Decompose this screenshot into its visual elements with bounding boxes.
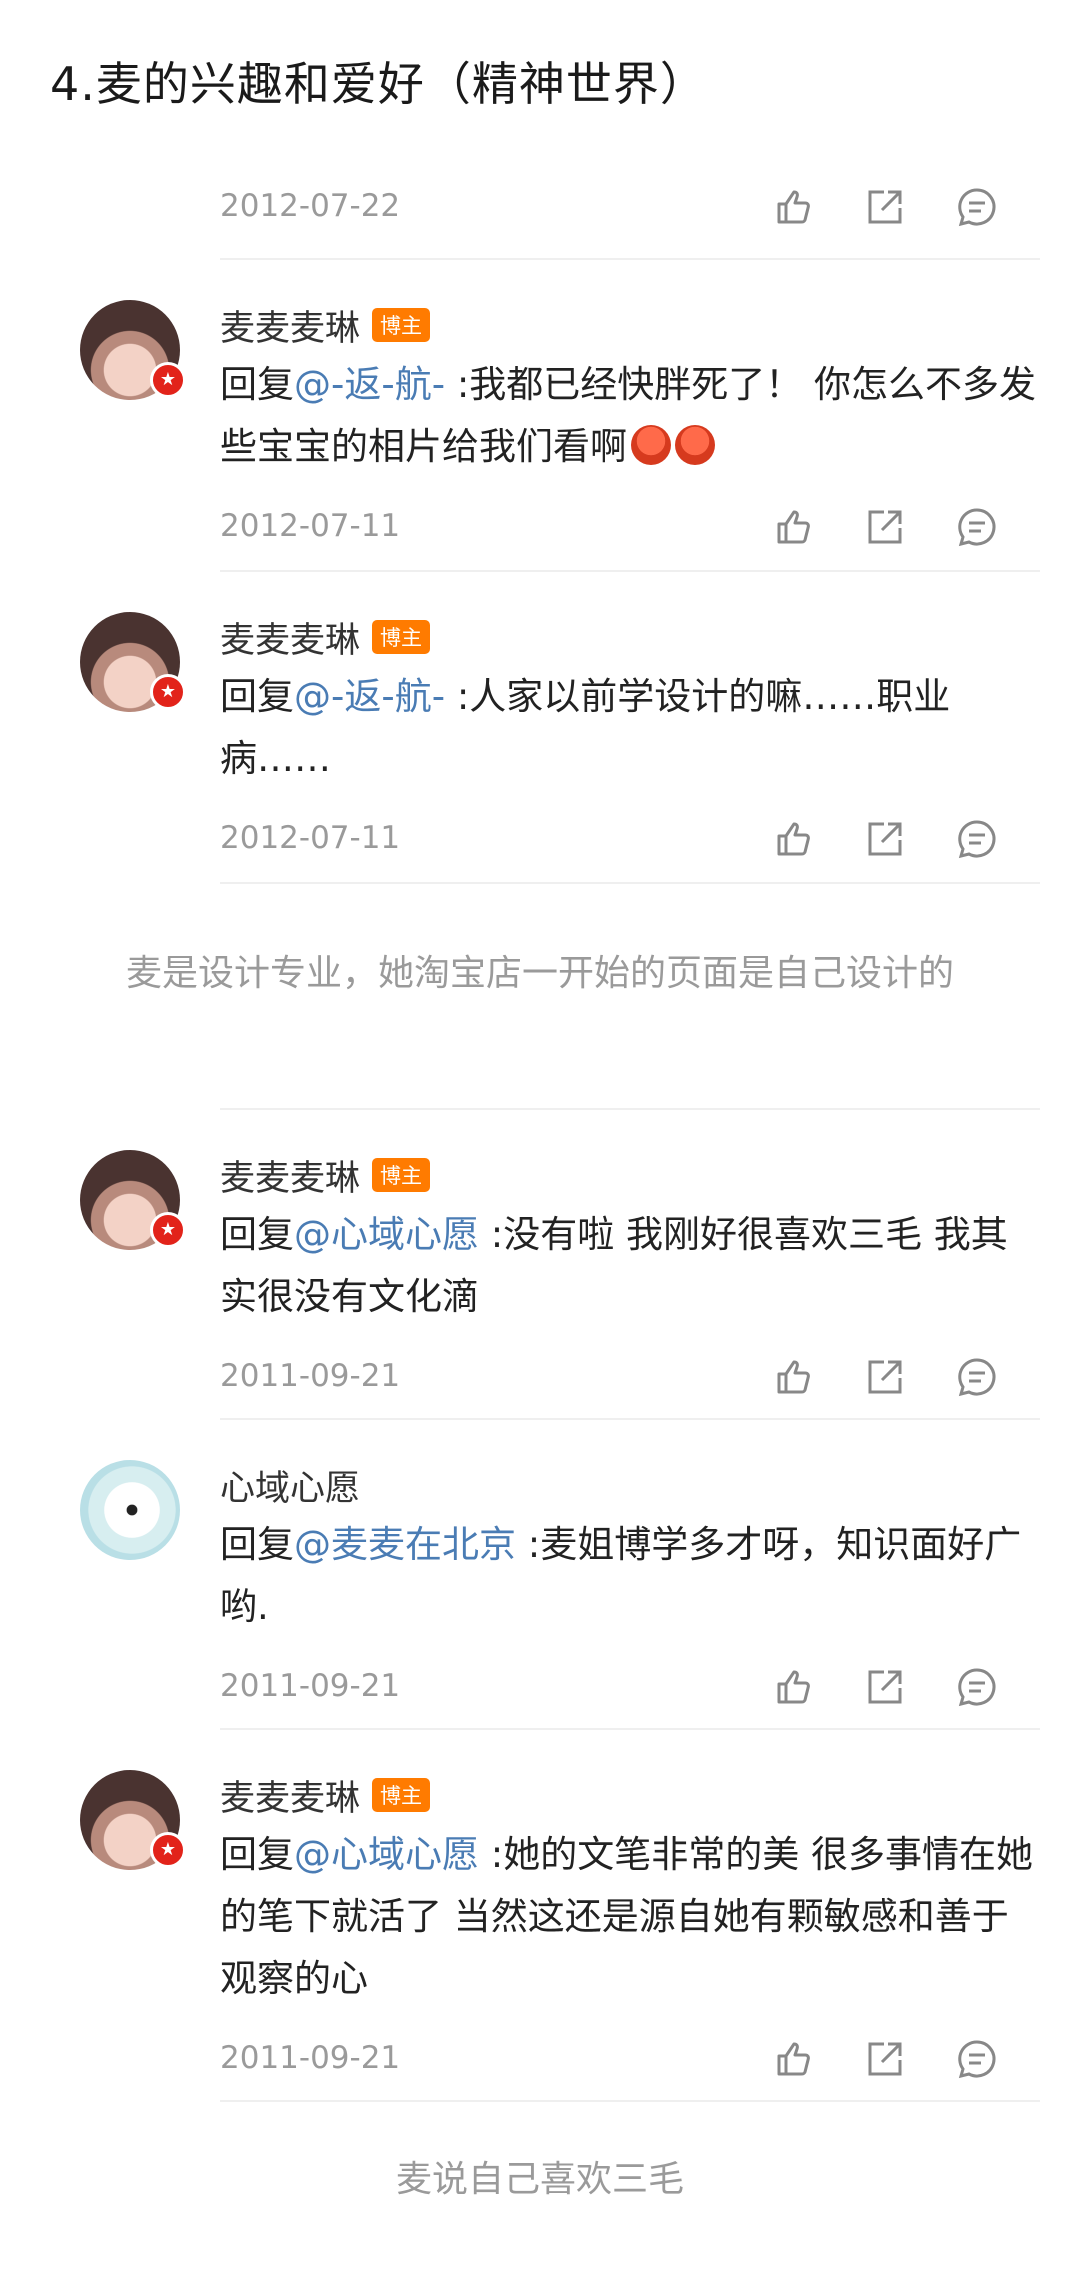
share-icon[interactable]	[862, 1664, 908, 1710]
partial-comment: 2012-07-22	[0, 180, 1080, 240]
comment-text: 回复@心域心愿 :没有啦 我刚好很喜欢三毛 我其实很没有文化滴	[220, 1213, 1008, 1318]
angry-face-emoji	[631, 425, 671, 465]
verified-badge-icon: ★	[150, 1832, 186, 1868]
comment-date: 2012-07-11	[220, 820, 401, 856]
share-icon[interactable]	[862, 2036, 908, 2082]
page-title: 4.麦的兴趣和爱好（精神世界）	[50, 57, 707, 111]
comment-icon[interactable]	[954, 2036, 1000, 2082]
share-icon[interactable]	[862, 816, 908, 862]
divider	[220, 2100, 1040, 2102]
comment-icon[interactable]	[954, 1354, 1000, 1400]
avatar[interactable]	[80, 1460, 180, 1560]
share-icon[interactable]	[862, 1354, 908, 1400]
divider	[220, 1418, 1040, 1420]
commenter-name[interactable]: 麦麦麦琳	[220, 612, 360, 663]
comment-icon[interactable]	[954, 184, 1000, 230]
avatar[interactable]: ★	[80, 612, 186, 712]
comment-date: 2012-07-22	[220, 188, 401, 224]
commenter-name[interactable]: 麦麦麦琳	[220, 300, 360, 351]
mention-link[interactable]: @麦麦在北京	[294, 1523, 516, 1566]
divider	[220, 1728, 1040, 1730]
share-icon[interactable]	[862, 184, 908, 230]
avatar[interactable]: ★	[80, 1150, 186, 1250]
verified-badge-icon: ★	[150, 1212, 186, 1248]
comment-icon[interactable]	[954, 504, 1000, 550]
blogger-tag: 博主	[372, 308, 431, 342]
thumbs-up-icon[interactable]	[770, 2036, 816, 2082]
mention-link[interactable]: @-返-航-	[294, 363, 445, 406]
comment-text: 回复@麦麦在北京 :麦姐博学多才呀，知识面好广哟.	[220, 1523, 1022, 1628]
photo-caption: 麦说自己喜欢三毛	[395, 2159, 684, 2200]
thumbs-up-icon[interactable]	[770, 504, 816, 550]
divider	[220, 258, 1040, 260]
commenter-name[interactable]: 麦麦麦琳	[220, 1150, 360, 1201]
comment-text: 回复@心域心愿 :她的文笔非常的美 很多事情在她的笔下就活了 当然这还是源自她有…	[220, 1833, 1033, 2000]
blogger-tag: 博主	[372, 1778, 431, 1812]
share-icon[interactable]	[862, 504, 908, 550]
divider	[220, 1108, 1040, 1110]
avatar[interactable]: ★	[80, 300, 186, 400]
thumbs-up-icon[interactable]	[770, 1354, 816, 1400]
thumbs-up-icon[interactable]	[770, 1664, 816, 1710]
verified-badge-icon: ★	[150, 674, 186, 710]
photo-caption: 麦是设计专业，她淘宝店一开始的页面是自己设计的	[125, 953, 954, 994]
comment-date: 2011-09-21	[220, 1358, 401, 1394]
avatar[interactable]: ★	[80, 1770, 186, 1870]
comment-date: 2011-09-21	[220, 2040, 401, 2076]
comment-date: 2012-07-11	[220, 508, 401, 544]
commenter-name[interactable]: 心域心愿	[220, 1460, 360, 1511]
comment-icon[interactable]	[954, 816, 1000, 862]
divider	[220, 882, 1040, 884]
mention-link[interactable]: @心域心愿	[294, 1213, 479, 1256]
mention-link[interactable]: @-返-航-	[294, 675, 445, 718]
comment-icon[interactable]	[954, 1664, 1000, 1710]
comment-text: 回复@-返-航- :人家以前学设计的嘛……职业病……	[220, 675, 951, 780]
comment-text: 回复@-返-航- :我都已经快胖死了！ 你怎么不多发些宝宝的相片给我们看啊	[220, 363, 1037, 468]
thumbs-up-icon[interactable]	[770, 184, 816, 230]
mention-link[interactable]: @心域心愿	[294, 1833, 479, 1876]
angry-face-emoji	[675, 425, 715, 465]
divider	[220, 570, 1040, 572]
comment-date: 2011-09-21	[220, 1668, 401, 1704]
thumbs-up-icon[interactable]	[770, 816, 816, 862]
blogger-tag: 博主	[372, 620, 431, 654]
commenter-name[interactable]: 麦麦麦琳	[220, 1770, 360, 1821]
blogger-tag: 博主	[372, 1158, 431, 1192]
verified-badge-icon: ★	[150, 362, 186, 398]
